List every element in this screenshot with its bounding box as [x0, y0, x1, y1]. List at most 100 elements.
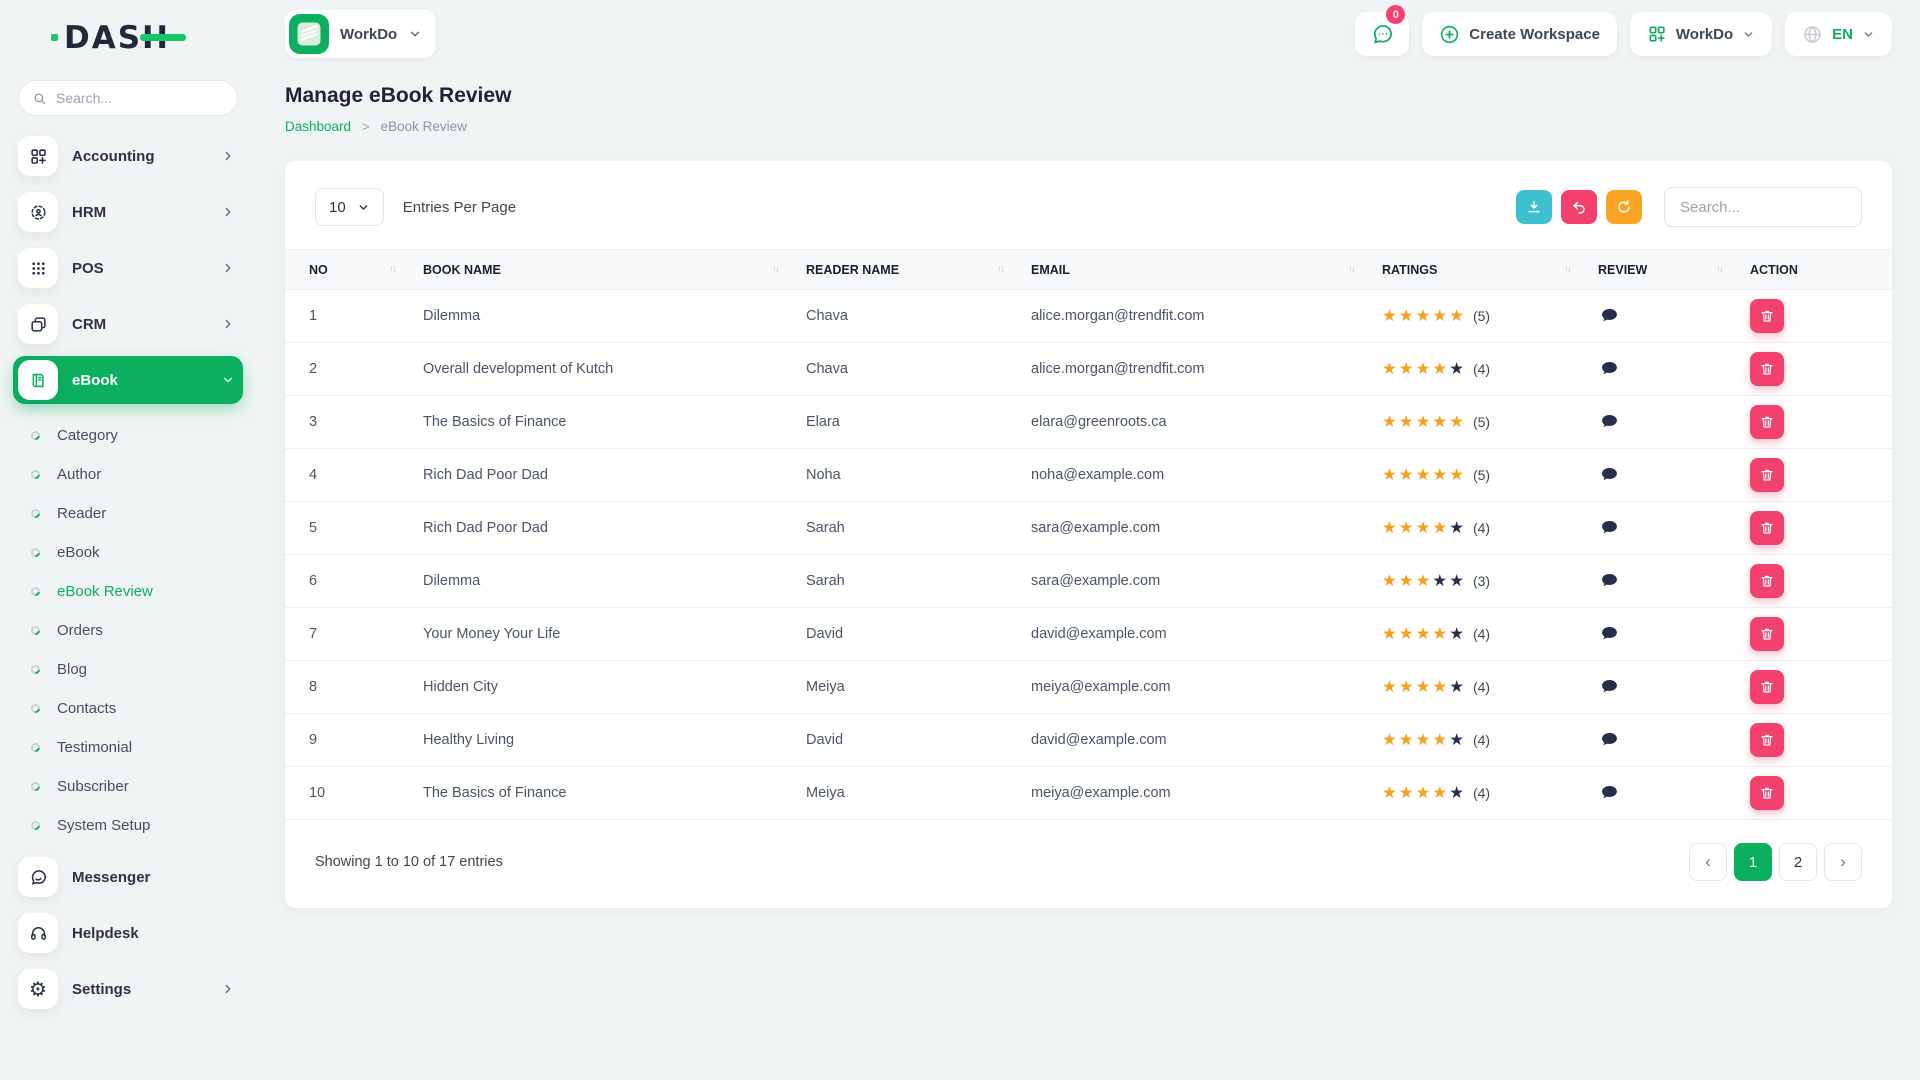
sidebar-subitem-ebook-review[interactable]: eBook Review: [31, 572, 242, 611]
sort-icon[interactable]: ↑↓: [1564, 264, 1570, 275]
view-review-button[interactable]: [1598, 463, 1621, 486]
delete-button[interactable]: [1750, 776, 1784, 810]
star-filled-icon: ★: [1416, 413, 1433, 431]
column-label: EMAIL: [1031, 263, 1070, 277]
back-undo-button[interactable]: [1561, 190, 1597, 224]
sort-icon[interactable]: ↑↓: [389, 264, 395, 275]
cell-no: 1: [285, 290, 423, 343]
export-download-button[interactable]: [1516, 190, 1552, 224]
view-review-button[interactable]: [1598, 622, 1621, 645]
view-review-button[interactable]: [1598, 410, 1621, 433]
workspace-name: WorkDo: [340, 26, 397, 43]
comment-bubble-icon: [1600, 518, 1619, 537]
sidebar-subitem-author[interactable]: Author: [31, 455, 242, 494]
delete-button[interactable]: [1750, 405, 1784, 439]
view-review-button[interactable]: [1598, 516, 1621, 539]
sidebar-subitem-system-setup[interactable]: System Setup: [31, 806, 242, 845]
sort-icon[interactable]: ↑↓: [1716, 264, 1722, 275]
column-label: READER NAME: [806, 263, 899, 277]
delete-button[interactable]: [1750, 299, 1784, 333]
cell-review: [1598, 502, 1750, 555]
cell-no: 8: [285, 661, 423, 714]
pagination-prev-button[interactable]: ‹: [1689, 843, 1727, 881]
sort-icon[interactable]: ↑↓: [1348, 264, 1354, 275]
sidebar-subitem-label: Blog: [57, 661, 87, 678]
star-filled-icon: ★: [1416, 466, 1433, 484]
sidebar-item-messenger[interactable]: Messenger: [13, 853, 243, 901]
sidebar-subitem-orders[interactable]: Orders: [31, 611, 242, 650]
sidebar-subitem-label: Orders: [57, 622, 103, 639]
cell-book-name: Hidden City: [423, 661, 806, 714]
view-review-button[interactable]: [1598, 675, 1621, 698]
star-filled-icon: ★: [1382, 307, 1399, 325]
workspace-menu-button[interactable]: WorkDo: [1630, 12, 1772, 56]
sidebar-subitem-ebook[interactable]: eBook: [31, 533, 242, 572]
table-search-input[interactable]: [1664, 187, 1862, 227]
delete-button[interactable]: [1750, 723, 1784, 757]
sidebar-item-label: Settings: [72, 981, 207, 998]
comment-bubble-icon: [1600, 677, 1619, 696]
delete-button[interactable]: [1750, 617, 1784, 651]
cell-review: [1598, 343, 1750, 396]
comment-bubble-icon: [1600, 783, 1619, 802]
language-selector[interactable]: EN: [1785, 12, 1892, 56]
delete-button[interactable]: [1750, 458, 1784, 492]
sidebar-subitem-contacts[interactable]: Contacts: [31, 689, 242, 728]
view-review-button[interactable]: [1598, 728, 1621, 751]
messages-button[interactable]: 0: [1355, 12, 1409, 56]
breadcrumb-current: eBook Review: [381, 119, 467, 134]
view-review-button[interactable]: [1598, 781, 1621, 804]
sidebar-subitem-subscriber[interactable]: Subscriber: [31, 767, 242, 806]
delete-button[interactable]: [1750, 511, 1784, 545]
pagination-page-1[interactable]: 1: [1734, 843, 1772, 881]
sidebar-item-pos[interactable]: POS: [13, 244, 243, 292]
sort-icon[interactable]: ↑↓: [997, 264, 1003, 275]
cell-action: [1750, 661, 1892, 714]
trash-icon: [1759, 467, 1775, 483]
view-review-button[interactable]: [1598, 304, 1621, 327]
breadcrumb-dashboard-link[interactable]: Dashboard: [285, 119, 351, 134]
workspace-switcher[interactable]: WorkDo: [285, 10, 436, 58]
workspace-tile-icon: [289, 14, 329, 54]
sidebar-item-helpdesk[interactable]: Helpdesk: [13, 909, 243, 957]
sidebar-subitem-label: Category: [57, 427, 118, 444]
pagination-next-button[interactable]: ›: [1824, 843, 1862, 881]
sidebar-subitem-label: eBook Review: [57, 583, 153, 600]
star-filled-icon: ★: [1432, 678, 1449, 696]
star-filled-icon: ★: [1382, 731, 1399, 749]
view-review-button[interactable]: [1598, 357, 1621, 380]
sidebar-item-hrm[interactable]: HRM: [13, 188, 243, 236]
sidebar-subitem-label: Contacts: [57, 700, 116, 717]
pagination-page-2[interactable]: 2: [1779, 843, 1817, 881]
refresh-button[interactable]: [1606, 190, 1642, 224]
sort-icon[interactable]: ↑↓: [772, 264, 778, 275]
trash-icon: [1759, 308, 1775, 324]
create-workspace-button[interactable]: Create Workspace: [1422, 12, 1617, 56]
sidebar-main-menu: Accounting HRM POS CRM eBook: [0, 132, 256, 404]
sidebar-subitem-blog[interactable]: Blog: [31, 650, 242, 689]
star-rating: ★★★★★: [1382, 678, 1466, 696]
delete-button[interactable]: [1750, 670, 1784, 704]
sidebar-item-settings[interactable]: ⚙ Settings: [13, 965, 243, 1013]
delete-button[interactable]: [1750, 564, 1784, 598]
view-review-button[interactable]: [1598, 569, 1621, 592]
entries-per-page-select[interactable]: 10: [315, 188, 384, 226]
grid-plus-icon: [1647, 24, 1667, 44]
star-rating: ★★★★★: [1382, 572, 1466, 590]
cell-book-name: Rich Dad Poor Dad: [423, 502, 806, 555]
cell-book-name: Overall development of Kutch: [423, 343, 806, 396]
sidebar-subitem-category[interactable]: Category: [31, 416, 242, 455]
delete-button[interactable]: [1750, 352, 1784, 386]
sidebar-search-input[interactable]: [56, 90, 224, 106]
sidebar-item-crm[interactable]: CRM: [13, 300, 243, 348]
star-filled-icon: ★: [1432, 360, 1449, 378]
table-header-row: NO ↑↓ BOOK NAME ↑↓ READER NAME ↑↓ EMAIL …: [285, 250, 1892, 290]
sidebar-subitem-reader[interactable]: Reader: [31, 494, 242, 533]
sidebar-subitem-testimonial[interactable]: Testimonial: [31, 728, 242, 767]
sidebar-subitem-label: Subscriber: [57, 778, 129, 795]
sidebar-item-accounting[interactable]: Accounting: [13, 132, 243, 180]
sidebar-item-ebook[interactable]: eBook: [13, 356, 243, 404]
star-rating: ★★★★★: [1382, 307, 1466, 325]
column-header-action: ACTION: [1750, 250, 1892, 290]
sidebar-ebook-submenu: Category Author Reader eBook eBook Revie…: [0, 412, 256, 847]
